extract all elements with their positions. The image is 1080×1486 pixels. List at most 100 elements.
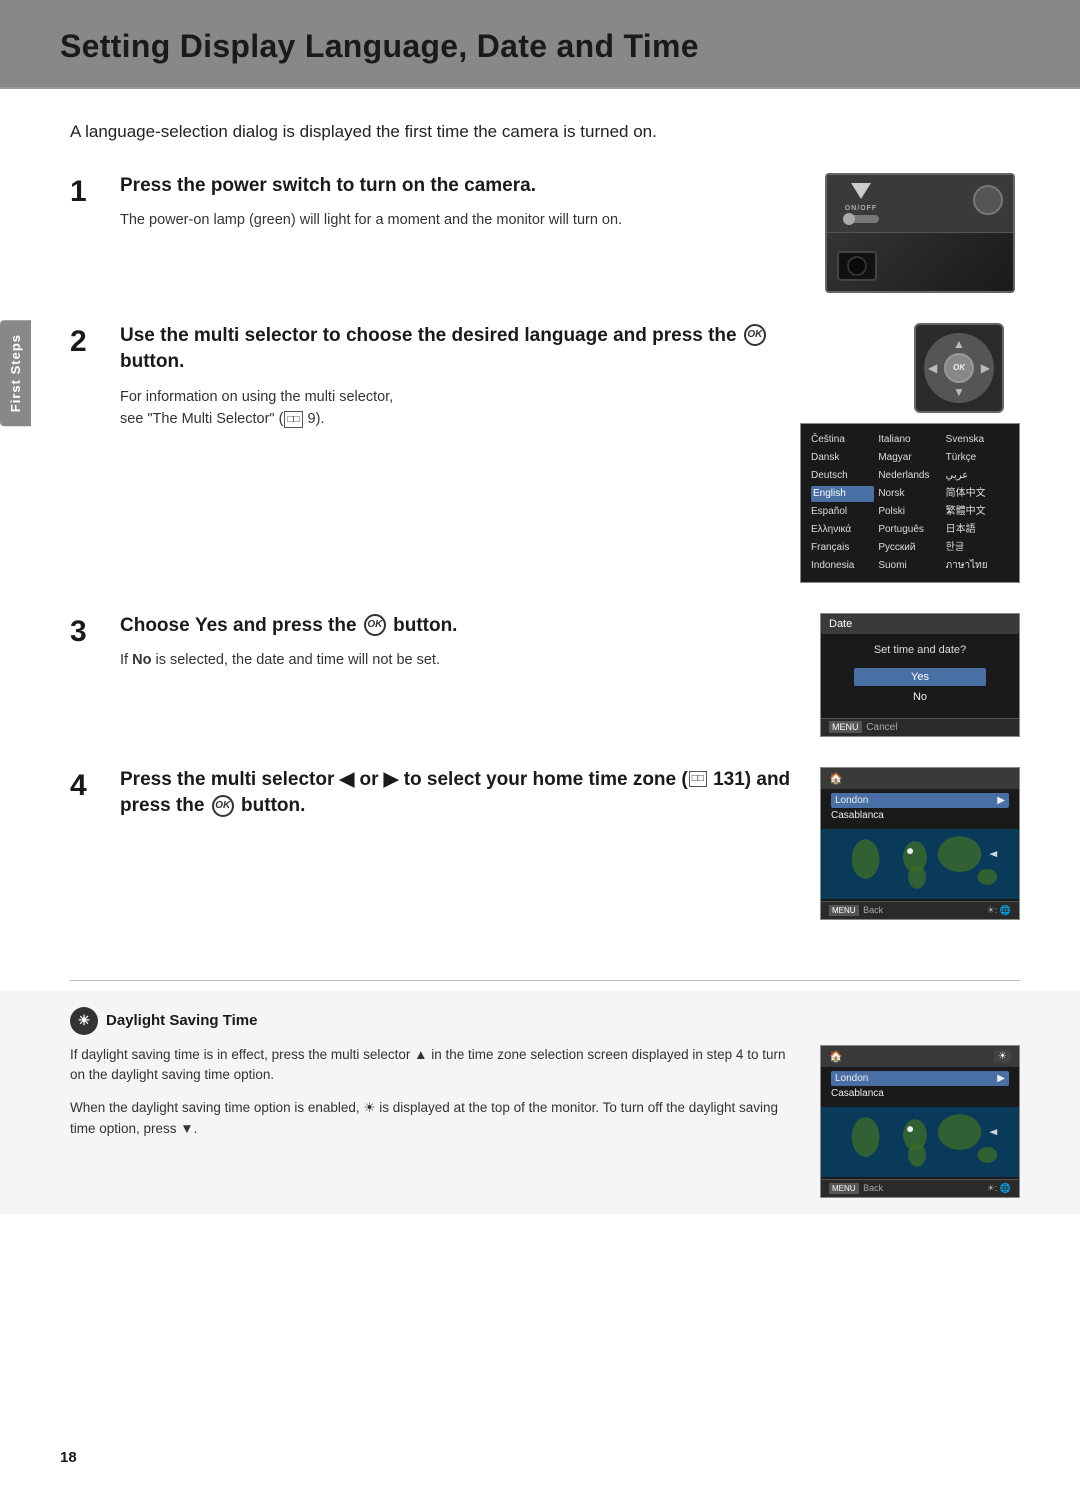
step-1-heading-text: Press the power switch to turn on the ca… <box>120 175 536 196</box>
lang-arabic: عربي <box>946 468 1009 484</box>
dst-casablanca-label: Casablanca <box>831 1088 884 1099</box>
main-content: A language-selection dialog is displayed… <box>0 89 1080 980</box>
side-tab: First Steps <box>0 320 31 426</box>
multi-selector-image: ▲ ▼ ◀ ▶ OK <box>914 323 1004 413</box>
camera-body: ON/OFF <box>827 175 1013 291</box>
dialog-option-yes[interactable]: Yes <box>854 668 987 686</box>
lang-japanese: 日本語 <box>946 522 1009 538</box>
step-3-content: Choose Yes and press the OK button. If N… <box>120 613 820 737</box>
map-cities: London ▶ Casablanca <box>821 789 1019 827</box>
dialog-option-no[interactable]: No <box>854 688 987 706</box>
lang-nederlands: Nederlands <box>878 468 941 484</box>
step-2-heading: Use the multi selector to choose the des… <box>120 323 780 376</box>
dst-city-casablanca[interactable]: Casablanca <box>831 1086 1009 1101</box>
lang-norsk: Norsk <box>878 486 941 502</box>
power-switch[interactable] <box>843 215 879 223</box>
dst-london-arrow: ▶ <box>997 1073 1005 1084</box>
step-2-ref-page: 9 <box>308 411 316 427</box>
step-4-number: 4 <box>70 767 120 920</box>
step-1-content: Press the power switch to turn on the ca… <box>120 173 820 293</box>
world-map-svg <box>821 829 1019 899</box>
lang-deutsch: Deutsch <box>811 468 874 484</box>
header-bar: Setting Display Language, Date and Time <box>0 0 1080 89</box>
lang-russian: Русский <box>878 540 941 556</box>
dst-london-label: London <box>835 1073 868 1084</box>
cancel-label: Cancel <box>866 722 897 733</box>
lang-english: English <box>811 486 874 502</box>
dst-world-map-svg <box>821 1107 1019 1177</box>
multi-ok-center: OK <box>944 353 974 383</box>
ok-button-icon-s4: OK <box>212 795 234 817</box>
dialog-title: Date <box>821 614 1019 634</box>
power-arrow-icon <box>851 183 871 199</box>
dst-map-cities: London ▶ Casablanca <box>821 1067 1019 1105</box>
switch-knob <box>843 213 855 225</box>
multi-arrow-right-icon: ▶ <box>981 361 990 375</box>
step-4-ref-page: 131 <box>713 769 745 790</box>
multi-arrow-up-icon: ▲ <box>953 337 965 351</box>
step-4-image: 🏠 London ▶ Casablanca <box>820 767 1020 920</box>
dst-home-icon: 🏠 <box>829 1050 843 1063</box>
ok-button-icon-s3: OK <box>364 614 386 636</box>
dst-back-label: Back <box>863 1183 883 1193</box>
camera-wheel <box>973 185 1003 215</box>
lang-thai: ภาษาไทย <box>946 558 1009 574</box>
lens-circle <box>847 256 867 276</box>
dst-map-footer: MENU Back ☀: 🌐 <box>821 1179 1019 1197</box>
note-body: If daylight saving time is in effect, pr… <box>70 1045 1020 1198</box>
back-label: Back <box>863 905 883 915</box>
dst-map-title-bar: 🏠 ☀ <box>821 1046 1019 1067</box>
step-2-content: Use the multi selector to choose the des… <box>120 323 800 583</box>
dst-map-ok: ☀: 🌐 <box>987 1183 1011 1194</box>
lang-korean: 한글 <box>946 540 1009 556</box>
map-city-casablanca[interactable]: Casablanca <box>831 808 1009 823</box>
note-para-2: When the daylight saving time option is … <box>70 1098 800 1140</box>
step-4-heading: Press the multi selector ◀ or ▶ to selec… <box>120 767 800 820</box>
city-london-label: London <box>835 795 868 806</box>
step-3-no-bold: No <box>132 652 151 668</box>
map-city-london[interactable]: London ▶ <box>831 793 1009 808</box>
note-text: If daylight saving time is in effect, pr… <box>70 1045 820 1153</box>
lang-dansk: Dansk <box>811 450 874 466</box>
multi-arrow-down-icon: ▼ <box>953 385 965 399</box>
camera-lens-hint <box>837 251 877 281</box>
dst-map-visual <box>821 1107 1019 1177</box>
lang-polski: Polski <box>878 504 941 520</box>
lang-portuguese: Português <box>878 522 941 538</box>
city-casablanca-label: Casablanca <box>831 810 884 821</box>
dst-city-london[interactable]: London ▶ <box>831 1071 1009 1086</box>
step-4: 4 Press the multi selector ◀ or ▶ to sel… <box>70 767 1020 920</box>
step-1-number: 1 <box>70 173 120 293</box>
lang-magyar: Magyar <box>878 450 941 466</box>
lang-cestina: Čeština <box>811 432 874 448</box>
page-number: 18 <box>60 1449 77 1466</box>
step-1-image: ON/OFF <box>820 173 1020 293</box>
lang-indonesia: Indonesia <box>811 558 874 574</box>
multi-arrow-left-icon: ◀ <box>928 361 937 375</box>
step-1-desc: The power-on lamp (green) will light for… <box>120 209 800 231</box>
note-header: ☀ Daylight Saving Time <box>70 1007 1020 1035</box>
date-dialog: Date Set time and date? Yes No MENU Canc… <box>820 613 1020 737</box>
on-off-label: ON/OFF <box>845 205 877 212</box>
map-ok-dst: ☀: 🌐 <box>987 905 1011 916</box>
step-4-heading-bold: Press the multi selector ◀ or ▶ to selec… <box>120 769 790 817</box>
note-para-1: If daylight saving time is in effect, pr… <box>70 1045 800 1087</box>
step-3-desc: If No is selected, the date and time wil… <box>120 649 800 671</box>
step-3-yes-bold: Yes <box>195 615 228 636</box>
multi-selector-wheel: ▲ ▼ ◀ ▶ OK <box>924 333 994 403</box>
language-grid: Čeština Italiano Svenska Dansk Magyar Tü… <box>800 423 1020 583</box>
menu-label: MENU <box>829 721 862 733</box>
lang-espanol: Español <box>811 504 874 520</box>
step-2-number: 2 <box>70 323 120 583</box>
note-icon: ☀ <box>70 1007 98 1035</box>
map-menu-back: MENU Back <box>829 905 883 916</box>
step-2-images: ▲ ▼ ◀ ▶ OK Čeština Italiano Svenska Dans… <box>800 323 1020 583</box>
lang-simplified-chinese: 简体中文 <box>946 486 1009 502</box>
section-divider <box>70 980 1020 981</box>
camera-image: ON/OFF <box>825 173 1015 293</box>
step-1-heading: Press the power switch to turn on the ca… <box>120 173 800 200</box>
step-3-number: 3 <box>70 613 120 737</box>
note-title: Daylight Saving Time <box>106 1012 257 1029</box>
lang-greek: Ελληνικά <box>811 522 874 538</box>
dialog-footer: MENU Cancel <box>821 718 1019 736</box>
